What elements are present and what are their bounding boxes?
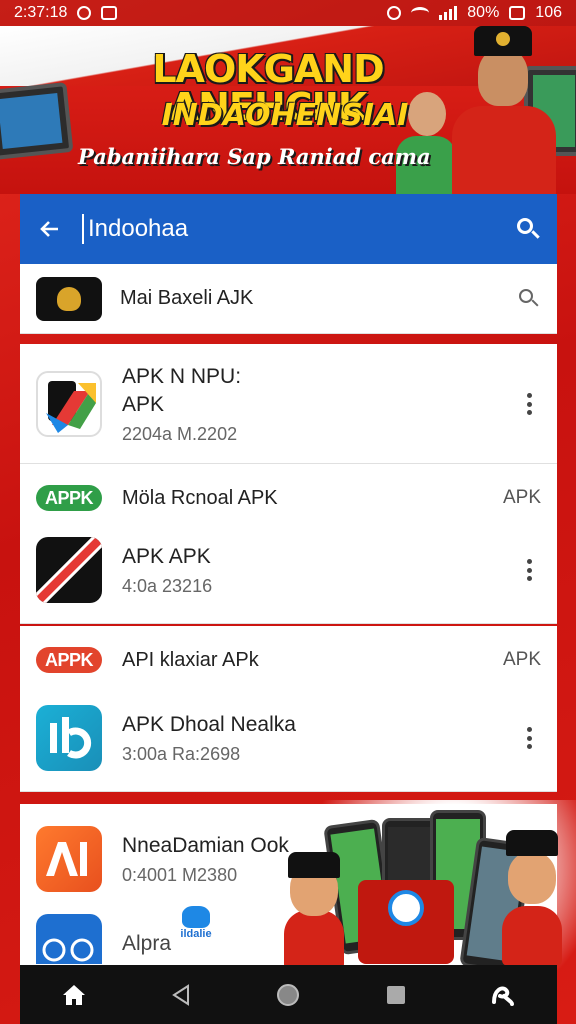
back-arrow-icon[interactable] xyxy=(36,215,64,243)
circle-home-icon[interactable] xyxy=(273,980,303,1010)
promo-illustration[interactable] xyxy=(270,800,576,970)
category-label: Möla Rcnoal APK xyxy=(122,486,278,509)
status-extra: 106 xyxy=(535,4,562,21)
category-header[interactable]: APPK API klaxiar APk APK xyxy=(20,626,557,694)
app-icon-ib xyxy=(36,705,102,771)
promo-banner[interactable]: LAOKGAND ANEHCIIK INDAOHENSIAI Pabaniiha… xyxy=(0,26,576,194)
alarm-icon xyxy=(387,6,402,20)
status-bar: 2:37:18 80% 106 xyxy=(0,0,576,26)
search-input[interactable]: Indoohaa xyxy=(82,214,515,244)
app-title: APK N NPU: xyxy=(122,365,242,389)
image-notification-icon xyxy=(101,6,118,20)
app-icon-orange xyxy=(36,826,102,892)
list-item[interactable]: APK Dhoal Nealka 3:00a Ra:2698 xyxy=(20,694,557,782)
battery-percent: 80% xyxy=(467,4,500,21)
app-icon-multicolor xyxy=(36,371,102,437)
list-section: APPK API klaxiar APk APK APK Dhoal Nealk… xyxy=(20,626,557,792)
promo-small-label: ildalie xyxy=(180,928,212,940)
status-time: 2:37:18 xyxy=(14,4,68,21)
category-tag: APK xyxy=(502,487,541,508)
list-item[interactable]: APK APK 4:0a 23216 xyxy=(20,532,557,608)
app-title: APK Dhoal Nealka xyxy=(122,712,296,736)
app-meta: 3:00a Ra:2698 xyxy=(122,744,241,765)
emblem-icon xyxy=(36,276,102,321)
more-vert-icon[interactable] xyxy=(517,390,541,418)
search-icon[interactable] xyxy=(517,287,541,311)
promo-badge xyxy=(358,880,454,964)
signal-icon xyxy=(439,6,458,20)
category-pill: APPK xyxy=(36,485,102,511)
square-recents-icon[interactable] xyxy=(381,980,411,1010)
more-vert-icon[interactable] xyxy=(517,724,541,752)
list-section: APPK Möla Rcnoal APK APK APK APK 4:0a 23… xyxy=(20,464,557,624)
notification-icon xyxy=(77,6,92,20)
app-meta: 4:0a 23216 xyxy=(122,576,213,597)
list-item[interactable]: APK N NPU: APK 2204a M.2202 xyxy=(20,344,557,464)
category-label: API klaxiar APk xyxy=(122,648,259,671)
bottom-navigation xyxy=(20,965,557,1024)
search-app-bar: Indoohaa xyxy=(20,194,557,264)
banner-subheadline: INDAOHENSIAI xyxy=(161,98,409,133)
app-title: APK APK xyxy=(122,544,211,568)
app-icon-bike xyxy=(36,914,102,964)
top-result-row[interactable]: Mai Baxeli AJK xyxy=(20,264,557,334)
promo-small-logo: ildalie xyxy=(176,906,216,940)
more-vert-icon[interactable] xyxy=(517,556,541,584)
list-section: APK N NPU: APK 2204a M.2202 xyxy=(20,344,557,464)
wifi-icon xyxy=(411,7,430,19)
category-header[interactable]: APPK Möla Rcnoal APK APK xyxy=(20,464,557,532)
category-tag: APK xyxy=(502,649,541,670)
app-subtitle: APK xyxy=(122,392,165,416)
battery-icon xyxy=(509,6,526,20)
app-meta: 2204a M.2202 xyxy=(122,423,238,444)
app-logo-icon[interactable] xyxy=(488,980,518,1010)
top-result-label: Mai Baxeli AJK xyxy=(120,287,254,309)
search-icon[interactable] xyxy=(515,216,541,242)
home-icon[interactable] xyxy=(59,980,89,1010)
category-pill: APPK xyxy=(36,647,102,673)
app-icon-striped xyxy=(36,537,102,603)
back-triangle-icon[interactable] xyxy=(166,980,196,1010)
banner-tagline: Pabaniihara Sap Raniad cama xyxy=(78,144,431,169)
